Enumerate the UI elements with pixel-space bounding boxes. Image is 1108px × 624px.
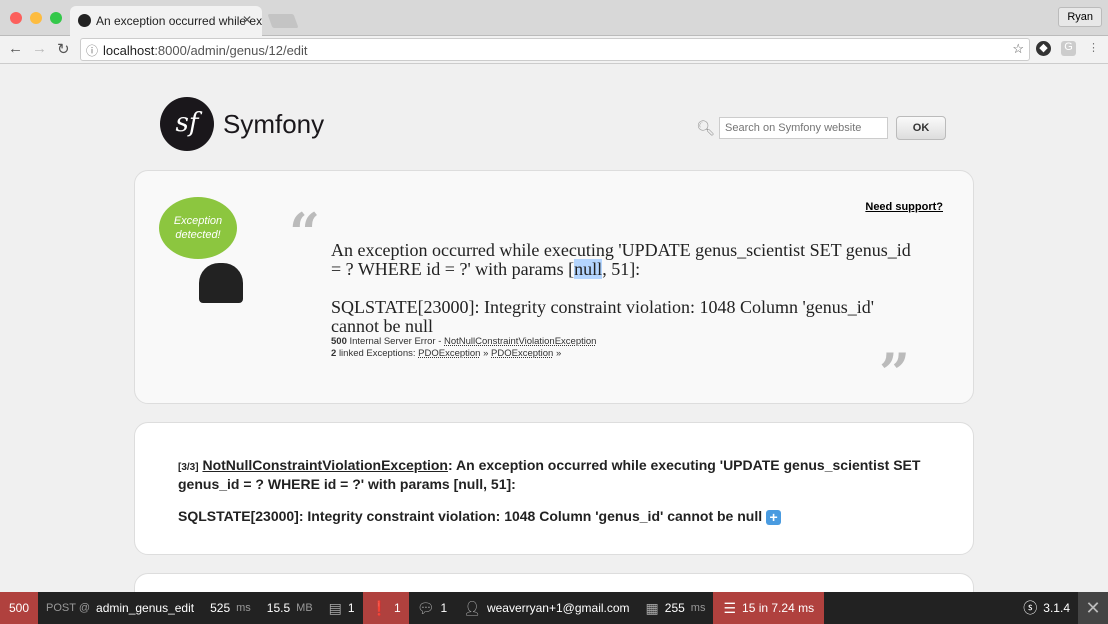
menu-icon[interactable]: ⋮ bbox=[1086, 41, 1101, 56]
close-toolbar-button[interactable]: ✕ bbox=[1078, 592, 1108, 624]
forward-icon[interactable]: → bbox=[32, 40, 47, 57]
exception-meta: 500 Internal Server Error - NotNullConst… bbox=[331, 336, 597, 359]
linked-exception-link[interactable]: PDOException bbox=[491, 348, 553, 359]
search-icon: 🔍︎ bbox=[696, 120, 716, 137]
symfony-favicon-icon bbox=[78, 14, 91, 27]
search-input[interactable] bbox=[719, 117, 889, 139]
forms-panel[interactable]: ▤ 1 bbox=[321, 592, 363, 624]
maximize-window-button[interactable] bbox=[50, 12, 62, 24]
browser-titlebar: An exception occurred while executing✕ R… bbox=[0, 0, 1108, 36]
minimize-window-button[interactable] bbox=[30, 12, 42, 24]
database-icon: ☰ bbox=[723, 599, 737, 616]
exception-trace-block: [3/3] NotNullConstraintViolationExceptio… bbox=[134, 422, 974, 555]
new-tab-button[interactable] bbox=[267, 14, 299, 28]
exception-message: An exception occurred while executing 'U… bbox=[331, 240, 911, 336]
database-panel[interactable]: ☰ 15 in 7.24 ms bbox=[713, 592, 825, 624]
close-tab-icon[interactable]: ✕ bbox=[242, 13, 252, 27]
bookmark-star-icon[interactable]: ☆ bbox=[1012, 41, 1024, 57]
search-ok-button[interactable]: OK bbox=[896, 116, 947, 140]
time-panel[interactable]: 525 ms bbox=[202, 592, 259, 624]
extension-g-icon[interactable]: G bbox=[1061, 41, 1076, 56]
extension-icon[interactable]: ◆ bbox=[1036, 41, 1051, 56]
memory-panel[interactable]: 15.5 MB bbox=[259, 592, 321, 624]
linked-exception-link[interactable]: PDOException bbox=[418, 348, 480, 359]
exception-class-link[interactable]: NotNullConstraintViolationException bbox=[444, 336, 596, 347]
back-icon[interactable]: ← bbox=[8, 40, 23, 57]
symfony-version-panel[interactable]: ⓢ 3.1.4 bbox=[1015, 592, 1078, 624]
browser-toolbar: ← → ↻ ⓘ localhost:8000/admin/genus/12/edi… bbox=[0, 36, 1108, 64]
expand-trace-button[interactable]: + bbox=[766, 509, 782, 525]
close-window-button[interactable] bbox=[10, 12, 22, 24]
trace-class-link[interactable]: NotNullConstraintViolationException bbox=[202, 457, 448, 473]
sf-logo-icon: sf bbox=[160, 97, 214, 151]
twig-icon: ▦ bbox=[645, 599, 659, 616]
request-panel[interactable]: POST @ admin_genus_edit bbox=[38, 592, 202, 624]
render-time-panel[interactable]: ▦ 255 ms bbox=[638, 592, 714, 624]
close-quote-icon: ” bbox=[879, 341, 911, 405]
exception-summary: Exception detected! Need support? “ ” An… bbox=[134, 170, 974, 405]
info-icon: ⓘ bbox=[86, 44, 99, 58]
user-panel[interactable]: 👤︎ weaverryan+1@gmail.com bbox=[455, 592, 637, 624]
exception-icon: ❗ bbox=[370, 599, 389, 616]
search-form: 🔍︎ OK bbox=[696, 116, 947, 140]
user-icon: 👤︎ bbox=[463, 599, 481, 616]
exception-bubble: Exception detected! bbox=[159, 197, 237, 259]
status-code-badge[interactable]: 500 bbox=[0, 592, 39, 624]
ghost-icon bbox=[199, 263, 243, 303]
reload-icon[interactable]: ↻ bbox=[57, 40, 70, 58]
translation-icon: 💬︎ bbox=[416, 599, 435, 616]
exception-panel[interactable]: ❗ 1 bbox=[362, 592, 409, 624]
symfony-icon: ⓢ bbox=[1023, 600, 1038, 616]
debug-toolbar: 500 POST @ admin_genus_edit 525 ms 15.5 MB … bbox=[0, 592, 1108, 624]
symfony-logo[interactable]: sf Symfony bbox=[160, 97, 324, 151]
profile-button[interactable]: Ryan bbox=[1058, 7, 1102, 27]
browser-tab[interactable]: An exception occurred while executing✕ bbox=[70, 6, 262, 36]
address-bar[interactable]: ⓘ localhost:8000/admin/genus/12/edit ☆ bbox=[80, 38, 1030, 61]
need-support-link[interactable]: Need support? bbox=[865, 201, 943, 213]
form-icon: ▤ bbox=[328, 599, 342, 616]
open-quote-icon: “ bbox=[289, 201, 321, 265]
translation-panel[interactable]: 💬︎ 1 bbox=[409, 592, 455, 624]
